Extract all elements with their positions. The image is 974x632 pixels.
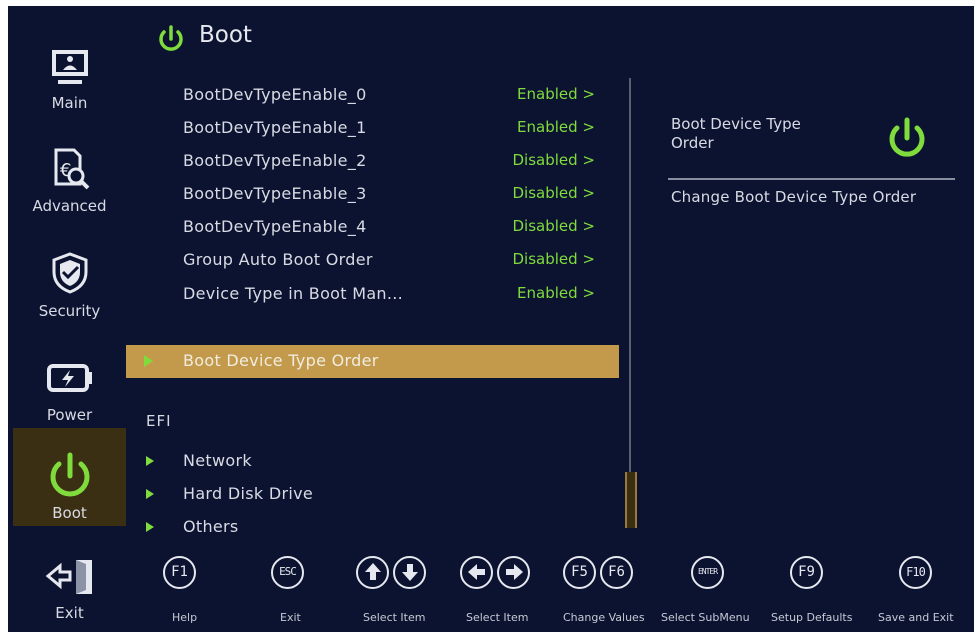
key-label: Select Item bbox=[363, 611, 426, 624]
sidebar-item-label: Boot bbox=[52, 504, 87, 522]
key-label: Change Values bbox=[563, 611, 645, 624]
option-value[interactable]: Disabled > bbox=[513, 250, 596, 268]
sidebar-item-exit[interactable]: Exit bbox=[13, 554, 126, 630]
submenu-arrow-icon bbox=[144, 355, 153, 367]
page-title-text: Boot bbox=[199, 22, 252, 48]
arrow-right-icon bbox=[497, 556, 530, 589]
option-row[interactable]: Group Auto Boot Order Disabled > bbox=[183, 246, 603, 276]
option-row[interactable]: BootDevTypeEnable_4 Disabled > bbox=[183, 213, 603, 243]
help-description: Change Boot Device Type Order bbox=[671, 188, 917, 206]
submenu-arrow-icon bbox=[146, 489, 154, 499]
option-value[interactable]: Disabled > bbox=[513, 217, 596, 235]
efi-item-label: Network bbox=[183, 451, 252, 470]
monitor-icon bbox=[13, 38, 126, 98]
help-title: Boot Device Type Order bbox=[671, 115, 801, 152]
option-value[interactable]: Disabled > bbox=[513, 184, 596, 202]
option-value[interactable]: Disabled > bbox=[513, 151, 596, 169]
sidebar-item-advanced[interactable]: € Advanced bbox=[13, 142, 126, 240]
option-name: Group Auto Boot Order bbox=[183, 250, 373, 269]
bios-screen: Main € Advanced Security Power Boot Exit… bbox=[8, 6, 974, 632]
arrow-left-icon bbox=[460, 556, 493, 589]
key-label: Help bbox=[172, 611, 198, 624]
key-label: Save and Exit bbox=[878, 611, 954, 624]
arrow-down-icon bbox=[393, 556, 426, 589]
sidebar-item-label: Exit bbox=[55, 604, 84, 622]
efi-item-label: Hard Disk Drive bbox=[183, 484, 313, 503]
f5-key-icon: F5 bbox=[563, 556, 596, 589]
submenu-arrow-icon bbox=[146, 456, 154, 466]
option-row[interactable]: BootDevTypeEnable_3 Disabled > bbox=[183, 180, 603, 210]
selected-menu-item[interactable]: Boot Device Type Order bbox=[126, 345, 619, 378]
key-label: Select SubMenu bbox=[661, 611, 750, 624]
sidebar-item-label: Security bbox=[38, 302, 101, 320]
efi-item-network[interactable]: Network bbox=[143, 446, 443, 476]
option-name: BootDevTypeEnable_3 bbox=[183, 184, 367, 203]
option-row[interactable]: BootDevTypeEnable_2 Disabled > bbox=[183, 147, 603, 177]
arrow-up-icon bbox=[356, 556, 389, 589]
esc-key-icon: ESC bbox=[271, 556, 304, 589]
enter-key-icon: ENTER bbox=[691, 556, 724, 589]
sidebar-item-main[interactable]: Main bbox=[13, 38, 126, 136]
sidebar-item-label: Main bbox=[51, 94, 88, 112]
sidebar-item-label: Power bbox=[46, 406, 93, 424]
option-row[interactable]: BootDevTypeEnable_1 Enabled > bbox=[183, 114, 603, 144]
f6-key-icon: F6 bbox=[600, 556, 633, 589]
key-label: Select Item bbox=[466, 611, 529, 624]
sidebar-item-label: Advanced bbox=[32, 197, 107, 215]
help-divider bbox=[668, 178, 955, 180]
power-icon bbox=[13, 450, 126, 510]
f9-key-icon: F9 bbox=[790, 556, 823, 589]
key-label: Exit bbox=[280, 611, 301, 624]
selected-item-label: Boot Device Type Order bbox=[183, 351, 379, 370]
power-icon bbox=[884, 116, 930, 166]
scrollbar-thumb[interactable] bbox=[625, 472, 637, 528]
efi-item-hard-disk-drive[interactable]: Hard Disk Drive bbox=[143, 479, 443, 509]
efi-item-others[interactable]: Others bbox=[143, 512, 443, 542]
panel-divider bbox=[629, 78, 631, 528]
f10-key-icon: F10 bbox=[899, 556, 932, 589]
key-label: Setup Defaults bbox=[771, 611, 853, 624]
option-name: Device Type in Boot Man... bbox=[183, 284, 404, 303]
shield-icon bbox=[13, 246, 126, 306]
option-name: BootDevTypeEnable_1 bbox=[183, 118, 367, 137]
option-value[interactable]: Enabled > bbox=[517, 85, 595, 103]
option-name: BootDevTypeEnable_0 bbox=[183, 85, 367, 104]
sidebar-item-security[interactable]: Security bbox=[13, 246, 126, 344]
option-name: BootDevTypeEnable_2 bbox=[183, 151, 367, 170]
sidebar-item-boot[interactable]: Boot bbox=[13, 428, 126, 526]
option-value[interactable]: Enabled > bbox=[517, 284, 595, 302]
power-icon bbox=[159, 25, 183, 51]
option-value[interactable]: Enabled > bbox=[517, 118, 595, 136]
submenu-arrow-icon bbox=[146, 522, 154, 532]
option-row[interactable]: Device Type in Boot Man... Enabled > bbox=[183, 280, 603, 310]
efi-section-heading: EFI bbox=[146, 412, 172, 430]
efi-item-label: Others bbox=[183, 517, 239, 536]
battery-icon bbox=[13, 350, 126, 410]
option-row[interactable]: BootDevTypeEnable_0 Enabled > bbox=[183, 81, 603, 111]
f1-key-icon: F1 bbox=[163, 556, 196, 589]
advanced-settings-icon: € bbox=[13, 142, 126, 202]
option-name: BootDevTypeEnable_4 bbox=[183, 217, 367, 236]
